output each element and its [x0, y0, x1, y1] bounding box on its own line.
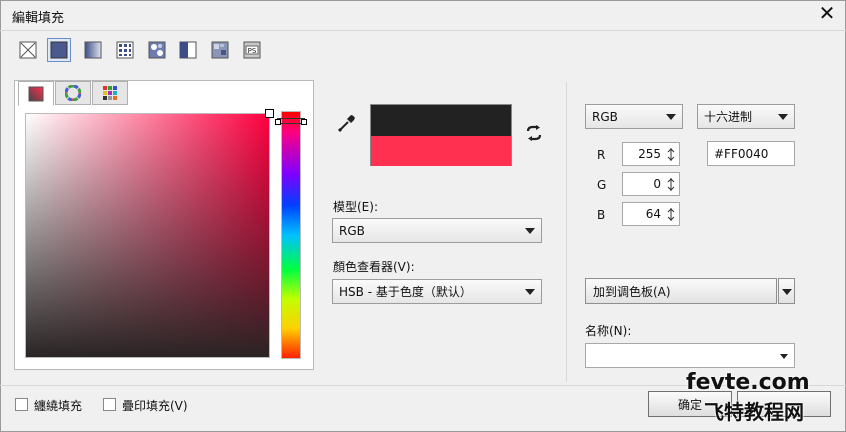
no-fill-icon — [19, 41, 37, 59]
chevron-down-icon — [525, 228, 535, 234]
overprint-fill-checkbox[interactable] — [103, 398, 116, 411]
hex-value-input[interactable]: #FF0040 — [707, 141, 795, 166]
add-to-palette-label: 加到调色板(A) — [593, 284, 671, 299]
chevron-down-icon — [778, 114, 788, 120]
blue-channel-input[interactable]: 64 — [622, 202, 680, 226]
green-channel-input[interactable]: 0 — [622, 172, 680, 196]
vector-pattern-icon — [116, 41, 134, 59]
watermark-site-name: 飞特教程网 — [704, 400, 804, 424]
name-combobox[interactable] — [585, 343, 795, 368]
model-select-value: RGB — [339, 223, 365, 238]
texture-fill-icon — [211, 41, 229, 59]
blue-channel-value: 64 — [645, 207, 661, 221]
model-select[interactable]: RGB — [332, 218, 542, 243]
color-wheel-icon — [65, 85, 81, 101]
bitmap-pattern-button[interactable] — [145, 38, 169, 62]
hue-slider-handle[interactable] — [275, 118, 307, 125]
no-fill-button[interactable] — [16, 38, 40, 62]
hue-slider[interactable] — [281, 111, 301, 359]
postscript-fill-icon: PS — [243, 41, 261, 59]
value-format-select[interactable]: 十六进制 — [697, 104, 795, 129]
name-label: 名称(N): — [585, 324, 632, 338]
red-channel-value: 255 — [638, 147, 661, 161]
blue-channel-label: B — [597, 208, 606, 222]
add-to-palette-button[interactable]: 加到调色板(A) — [585, 278, 777, 304]
two-color-pattern-icon — [179, 41, 197, 59]
tab-palettes[interactable] — [92, 81, 128, 105]
color-model-value: RGB — [592, 109, 618, 124]
fountain-fill-icon — [84, 41, 102, 59]
color-field-marker[interactable] — [265, 109, 274, 118]
column-divider — [566, 82, 567, 382]
two-color-pattern-button[interactable] — [176, 38, 200, 62]
fountain-fill-button[interactable] — [81, 38, 105, 62]
red-channel-input[interactable]: 255 — [622, 142, 680, 166]
spinner-icon[interactable] — [666, 147, 676, 162]
postscript-fill-button[interactable]: PS — [240, 38, 264, 62]
uniform-fill-button[interactable] — [47, 38, 71, 62]
wrap-fill-label: 纏繞填充 — [34, 399, 83, 413]
current-color-swatch — [371, 105, 511, 136]
eyedropper-icon[interactable] — [336, 112, 358, 134]
color-viewer-label: 顏色查看器(V): — [333, 260, 415, 274]
color-viewer-value: HSB - 基于色度（默认） — [339, 285, 472, 299]
vector-pattern-button[interactable] — [113, 38, 137, 62]
spinner-icon[interactable] — [666, 207, 676, 222]
model-label: 模型(E): — [333, 200, 378, 214]
bitmap-pattern-icon — [148, 41, 166, 59]
texture-fill-button[interactable] — [208, 38, 232, 62]
tab-models[interactable] — [18, 81, 54, 106]
postscript-label: PS — [248, 47, 257, 55]
green-channel-value: 0 — [653, 177, 661, 191]
ok-button-label: 确定 — [677, 397, 702, 412]
color-preview-swatch — [370, 104, 512, 166]
color-model-select[interactable]: RGB — [585, 104, 683, 129]
green-channel-label: G — [597, 178, 607, 192]
spinner-icon[interactable] — [666, 177, 676, 192]
chevron-down-icon — [666, 114, 676, 120]
value-format-value: 十六进制 — [704, 110, 753, 124]
title-divider — [0, 30, 846, 31]
palette-grid-icon — [103, 86, 117, 100]
close-icon[interactable]: ✕ — [816, 2, 838, 24]
chevron-down-icon — [525, 289, 535, 295]
red-channel-label: R — [597, 148, 606, 162]
wrap-fill-checkbox[interactable] — [15, 398, 28, 411]
dialog-title: 編輯填充 — [12, 11, 65, 26]
hex-value: #FF0040 — [714, 146, 769, 161]
models-icon — [28, 86, 44, 101]
saturation-brightness-field[interactable] — [25, 113, 270, 358]
new-color-swatch — [371, 136, 511, 166]
uniform-fill-icon — [50, 41, 68, 59]
add-to-palette-dropdown[interactable] — [778, 278, 795, 304]
tab-mixers[interactable] — [55, 81, 91, 105]
swap-colors-icon[interactable] — [525, 125, 543, 141]
overprint-fill-label: 疊印填充(V) — [122, 399, 188, 413]
watermark-domain: fevte.com — [686, 370, 810, 395]
color-viewer-select[interactable]: HSB - 基于色度（默认） — [332, 279, 542, 304]
